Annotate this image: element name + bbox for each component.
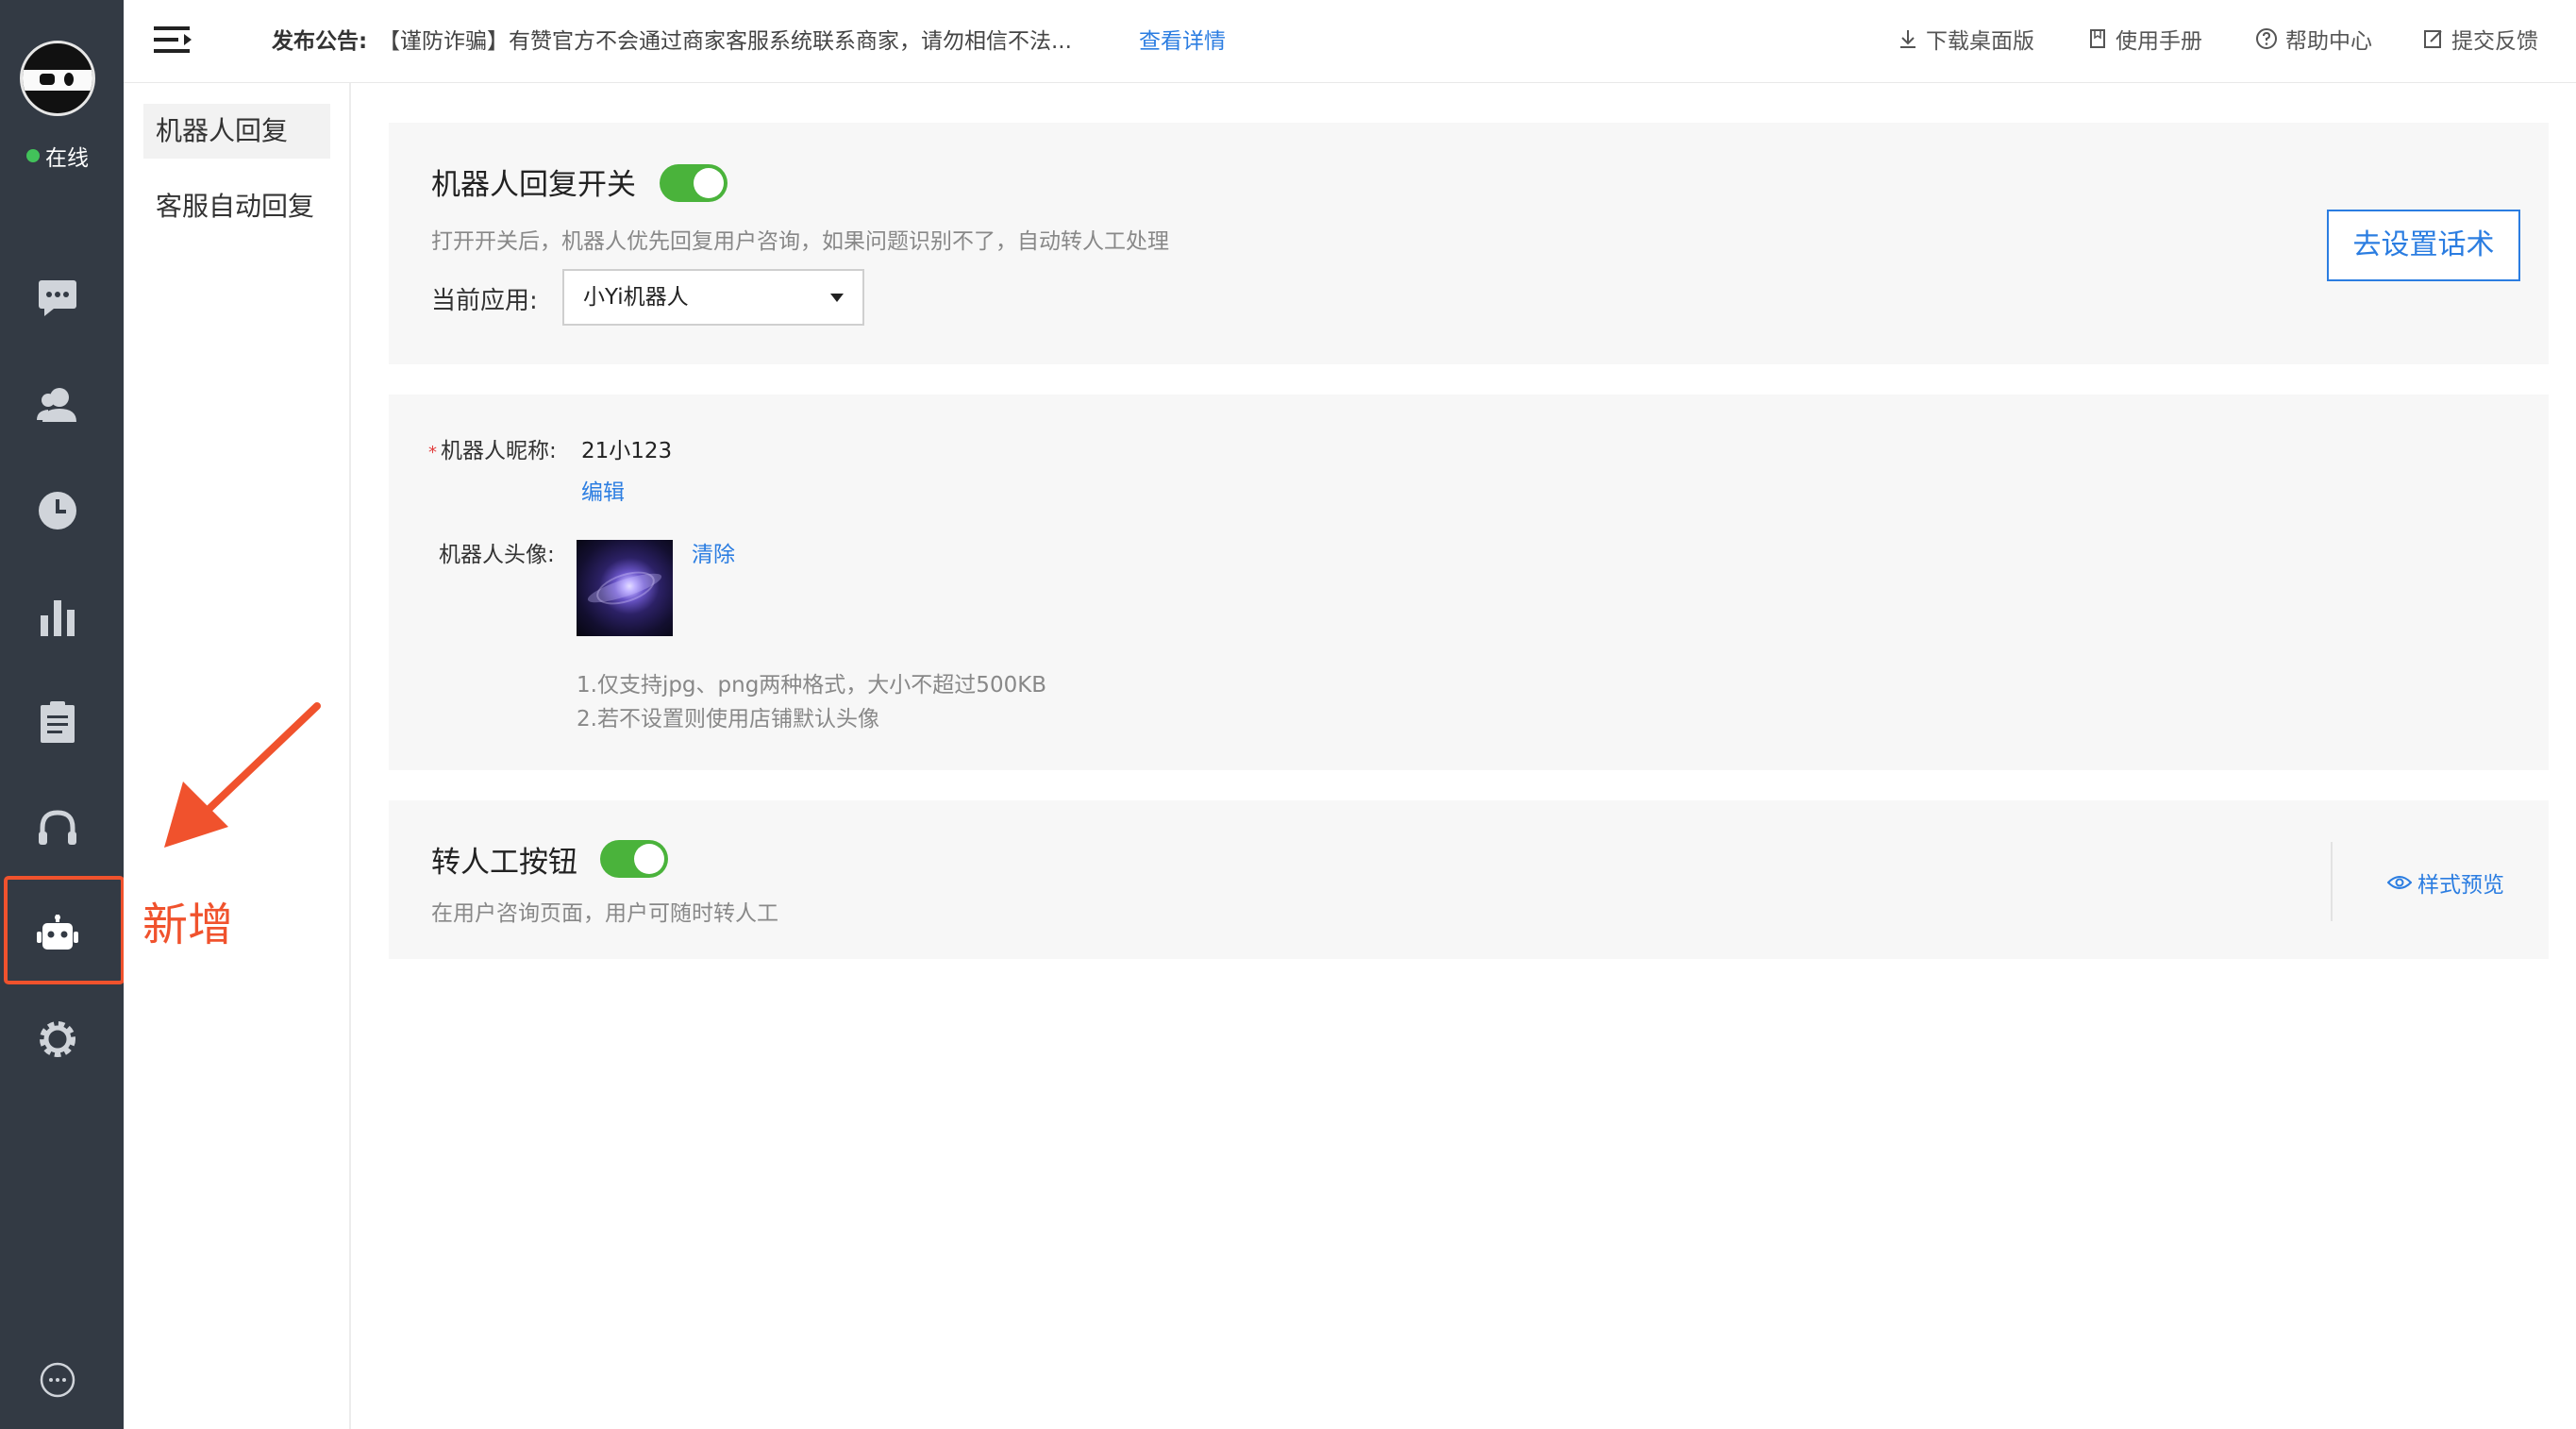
- toggle-knob: [634, 844, 664, 874]
- avatar-label: 机器人头像:: [439, 543, 555, 567]
- robot-highlight-frame: [4, 876, 125, 984]
- stats-chart-icon[interactable]: [28, 587, 87, 646]
- panel-divider: [2331, 842, 2333, 921]
- headset-icon[interactable]: [28, 799, 87, 857]
- notice-detail-link[interactable]: 查看详情: [1139, 23, 1226, 55]
- download-desktop-label: 下载桌面版: [1926, 29, 2034, 54]
- notice-label: 发布公告:: [272, 29, 368, 54]
- avatar-hint-default: 2.若不设置则使用店铺默认头像: [577, 707, 879, 731]
- nickname-value: 21小123: [581, 439, 673, 463]
- edit-feedback-icon: [2424, 30, 2442, 48]
- left-rail: 在线: [0, 0, 124, 1429]
- clipboard-icon[interactable]: [28, 693, 87, 751]
- manual-button[interactable]: 使用手册: [2087, 23, 2202, 55]
- avatar-band: [23, 70, 92, 91]
- avatar-mark: [40, 74, 55, 85]
- nickname-label: * 机器人昵称:: [428, 439, 557, 463]
- help-center-button[interactable]: 帮助中心: [2255, 23, 2372, 55]
- settings-gear-icon[interactable]: [28, 1010, 87, 1068]
- feedback-label: 提交反馈: [2451, 29, 2538, 54]
- current-app-select[interactable]: 小Yi机器人: [562, 269, 864, 326]
- customer-icon[interactable]: [28, 376, 87, 434]
- submenu-item-agent-auto-reply[interactable]: 客服自动回复: [143, 179, 330, 234]
- download-icon: [1900, 30, 1915, 48]
- annotation-arrow-icon: [164, 702, 321, 848]
- avatar-mark: [64, 73, 74, 86]
- caret-down-icon: [830, 294, 844, 302]
- user-avatar[interactable]: [20, 41, 95, 116]
- manual-label: 使用手册: [2116, 29, 2202, 54]
- robot-reply-toggle[interactable]: [660, 164, 728, 202]
- style-preview-link[interactable]: 样式预览: [2387, 866, 2504, 899]
- robot-reply-description: 打开开关后，机器人优先回复用户咨询，如果问题识别不了，自动转人工处理: [431, 229, 1169, 254]
- submenu-item-robot-reply[interactable]: 机器人回复: [143, 104, 330, 159]
- history-clock-icon[interactable]: [28, 481, 87, 540]
- feedback-button[interactable]: 提交反馈: [2423, 23, 2538, 55]
- current-app-value: 小Yi机器人: [583, 285, 689, 310]
- robot-reply-switch-panel: 机器人回复开关 打开开关后，机器人优先回复用户咨询，如果问题识别不了，自动转人工…: [389, 123, 2549, 364]
- robot-profile-panel: * 机器人昵称: 21小123 编辑 机器人头像: 清除 1.仅支持jpg、png…: [389, 395, 2549, 770]
- robot-avatar-image[interactable]: [577, 540, 673, 636]
- help-icon: [2256, 28, 2277, 49]
- top-bar: 发布公告: 【谨防诈骗】有赞官方不会通过商家客服系统联系商家，请勿相信不法...…: [124, 0, 2576, 83]
- current-app-label: 当前应用:: [431, 287, 538, 315]
- transfer-human-description: 在用户咨询页面，用户可随时转人工: [431, 901, 778, 926]
- online-dot-icon: [26, 149, 40, 162]
- online-status-label: 在线: [45, 146, 89, 171]
- annotation-new-label: 新增: [142, 899, 234, 951]
- toggle-knob: [694, 168, 724, 198]
- more-icon[interactable]: [28, 1351, 87, 1409]
- style-preview-label: 样式预览: [2417, 873, 2504, 898]
- clear-avatar-link[interactable]: 清除: [692, 536, 735, 568]
- chat-icon[interactable]: [28, 269, 87, 328]
- notice-text: 【谨防诈骗】有赞官方不会通过商家客服系统联系商家，请勿相信不法...: [378, 29, 1072, 54]
- transfer-human-toggle[interactable]: [600, 840, 668, 878]
- galaxy-arm: [592, 564, 660, 612]
- transfer-human-panel: 转人工按钮 在用户咨询页面，用户可随时转人工 样式预览: [389, 800, 2549, 959]
- required-asterisk: *: [428, 443, 437, 462]
- help-center-label: 帮助中心: [2285, 29, 2372, 54]
- edit-nickname-link[interactable]: 编辑: [581, 474, 625, 506]
- eye-icon: [2387, 876, 2412, 889]
- book-icon: [2090, 29, 2105, 48]
- robot-reply-switch-title: 机器人回复开关: [431, 168, 636, 202]
- avatar-hint-format: 1.仅支持jpg、png两种格式，大小不超过500KB: [577, 673, 1047, 698]
- download-desktop-button[interactable]: 下载桌面版: [1898, 23, 2034, 55]
- transfer-human-title: 转人工按钮: [431, 846, 577, 880]
- setup-script-button[interactable]: 去设置话术: [2327, 210, 2520, 281]
- online-status[interactable]: 在线: [26, 140, 89, 172]
- menu-toggle-icon[interactable]: [152, 21, 195, 59]
